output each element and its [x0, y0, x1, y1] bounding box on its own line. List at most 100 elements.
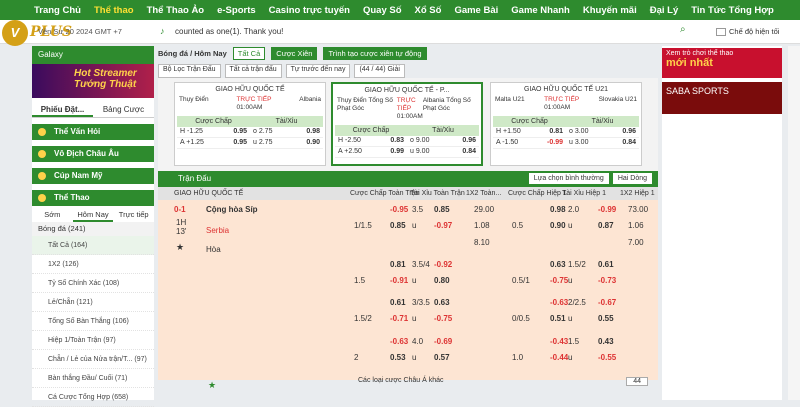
odds-value[interactable]: 0.99: [371, 147, 407, 157]
nav-home[interactable]: Trang Chủ: [34, 5, 81, 16]
section-sports[interactable]: Thể Thao: [32, 190, 154, 206]
odds-cell[interactable]: -0.75: [550, 276, 568, 285]
odds-value[interactable]: -0.99: [530, 138, 567, 148]
odds-cell[interactable]: -0.43: [550, 337, 568, 346]
card-odds-row[interactable]: A +1.25 0.95 u 2.75 0.90: [177, 138, 323, 149]
away-team[interactable]: Serbia: [206, 226, 229, 235]
saba-banner[interactable]: SABA SPORTS: [662, 82, 782, 114]
odds-cell[interactable]: -0.95: [390, 205, 408, 214]
list-item[interactable]: Hiệp 1/Toàn Trận (97): [32, 331, 154, 350]
odds-cell[interactable]: 1.06: [628, 221, 644, 230]
odds-cell[interactable]: 0.43: [598, 337, 614, 346]
odds-value[interactable]: 0.98: [287, 127, 324, 137]
odds-cell[interactable]: 3.5: [412, 205, 423, 214]
sport-football[interactable]: Bóng đá (241): [32, 222, 154, 236]
odds-value[interactable]: 0.95: [214, 138, 251, 148]
filter-leagues[interactable]: (44 / 44) Giải: [354, 64, 405, 78]
odds-cell[interactable]: 0.63: [434, 298, 450, 307]
odds-value[interactable]: 0.96: [443, 136, 479, 146]
two-line-button[interactable]: Hai Dòng: [612, 173, 652, 184]
match-card[interactable]: GIAO HỮU QUỐC TẾ Thụy Điển TRỰC TIẾP 01:0…: [174, 82, 326, 166]
odds-cell[interactable]: 0.5: [512, 221, 523, 230]
odds-cell[interactable]: 1.5/2: [568, 260, 586, 269]
odds-cell[interactable]: 1.5: [568, 337, 579, 346]
odds-cell[interactable]: 0.61: [390, 298, 406, 307]
odds-cell[interactable]: -0.69: [434, 337, 452, 346]
odds-cell[interactable]: 8.10: [474, 238, 490, 247]
list-item[interactable]: Chẵn / Lẻ của Nửa trận/T... (97): [32, 350, 154, 369]
nav-sports[interactable]: Thể thao: [94, 5, 134, 16]
nav-virtual[interactable]: Thể Thao Ảo: [147, 5, 205, 16]
list-item[interactable]: Tỷ Số Chính Xác (108): [32, 274, 154, 293]
odds-cell[interactable]: 0.85: [390, 221, 406, 230]
dark-mode-toggle[interactable]: Chế độ hiện tối: [716, 27, 779, 36]
odds-value[interactable]: 0.95: [214, 127, 251, 137]
streamer-banner[interactable]: Hot Streamer Tướng Thuật: [32, 64, 154, 98]
card-odds-row[interactable]: H -2.50 0.83 o 9.00 0.96: [335, 136, 479, 147]
odds-value[interactable]: 0.96: [603, 127, 640, 137]
odds-value[interactable]: 0.83: [371, 136, 407, 146]
odds-value[interactable]: 0.90: [287, 138, 324, 148]
section-copa[interactable]: Cúp Nam Mỹ: [32, 168, 154, 184]
odds-cell[interactable]: 0.57: [434, 353, 450, 362]
tab-early[interactable]: Sớm: [32, 208, 73, 222]
odds-cell[interactable]: 73.00: [628, 205, 648, 214]
odds-cell[interactable]: -0.63: [550, 298, 568, 307]
odds-value[interactable]: 0.84: [603, 138, 640, 148]
odds-cell[interactable]: u: [412, 353, 416, 362]
odds-cell[interactable]: 2.0: [568, 205, 579, 214]
tab-today[interactable]: Hôm Nay: [72, 208, 114, 222]
odds-cell[interactable]: 0.63: [550, 260, 566, 269]
card-odds-row[interactable]: H -1.25 0.95 o 2.75 0.98: [177, 127, 323, 138]
filter-time[interactable]: Tự trước đến nay: [285, 64, 351, 78]
odds-cell[interactable]: -0.63: [390, 337, 408, 346]
nav-esports[interactable]: e-Sports: [217, 5, 256, 16]
odds-cell[interactable]: u: [568, 276, 572, 285]
match-card[interactable]: GIAO HỮU QUỐC TẾ U21 Malta U21 TRỰC TIẾP…: [490, 82, 642, 166]
filter-match[interactable]: Bộ Lọc Trận Đấu: [158, 64, 221, 78]
nav-quick-games[interactable]: Game Nhanh: [511, 5, 570, 16]
star-icon[interactable]: ★: [208, 380, 216, 391]
list-item[interactable]: Lẻ/Chẵn (121): [32, 293, 154, 312]
nav-casino[interactable]: Casino trực tuyến: [269, 5, 350, 16]
odds-cell[interactable]: 3.5/4: [412, 260, 430, 269]
odds-cell[interactable]: -0.44: [550, 353, 568, 362]
list-item[interactable]: Cá Cược Tổng Hợp (658): [32, 388, 154, 407]
odds-value[interactable]: 0.84: [443, 147, 479, 157]
odds-cell[interactable]: -0.97: [434, 221, 452, 230]
search-icon[interactable]: ⌕: [680, 24, 690, 35]
favorite-star-icon[interactable]: ★: [176, 242, 184, 253]
odds-cell[interactable]: 1.5: [354, 276, 365, 285]
normal-select-button[interactable]: Lựa chọn bình thường: [528, 173, 609, 184]
nav-lottery-draw[interactable]: Quay Số: [363, 5, 402, 16]
list-item[interactable]: 1X2 (126): [32, 255, 154, 274]
odds-cell[interactable]: 0.80: [434, 276, 450, 285]
odds-cell[interactable]: 1.0: [512, 353, 523, 362]
odds-cell[interactable]: 0.87: [598, 221, 614, 230]
odds-cell[interactable]: 1.5/2: [354, 314, 372, 323]
odds-cell[interactable]: -0.75: [434, 314, 452, 323]
odds-cell[interactable]: 29.00: [474, 205, 494, 214]
home-team[interactable]: Cộng hòa Síp: [206, 205, 258, 214]
odds-cell[interactable]: u: [568, 353, 572, 362]
nav-card-games[interactable]: Game Bài: [454, 5, 498, 16]
promo-banner[interactable]: Xem trò chơi thể thao mới nhất: [662, 48, 782, 78]
odds-cell[interactable]: 1/1.5: [354, 221, 372, 230]
scrollbar[interactable]: [788, 46, 800, 400]
card-odds-row[interactable]: A +2.50 0.99 u 9.00 0.84: [335, 147, 479, 158]
odds-cell[interactable]: u: [412, 276, 416, 285]
page-select[interactable]: 44: [626, 377, 648, 386]
nav-agent[interactable]: Đại Lý: [650, 5, 679, 16]
odds-cell[interactable]: 0.53: [390, 353, 406, 362]
odds-cell[interactable]: 4.0: [412, 337, 423, 346]
odds-cell[interactable]: u: [568, 221, 572, 230]
odds-cell[interactable]: 0.5/1: [512, 276, 530, 285]
list-item[interactable]: Bàn thắng Đầu/ Cuối (71): [32, 369, 154, 388]
odds-cell[interactable]: u: [412, 221, 416, 230]
section-special[interactable]: Thể Vấn Hỏi: [32, 124, 154, 140]
list-item[interactable]: Tổng Số Bàn Thắng (106): [32, 312, 154, 331]
list-item[interactable]: Tất Cả (164): [32, 236, 154, 255]
nav-lottery[interactable]: Xổ Số: [415, 5, 442, 16]
odds-value[interactable]: 0.81: [530, 127, 567, 137]
tab-live[interactable]: Trực tiếp: [113, 208, 154, 222]
